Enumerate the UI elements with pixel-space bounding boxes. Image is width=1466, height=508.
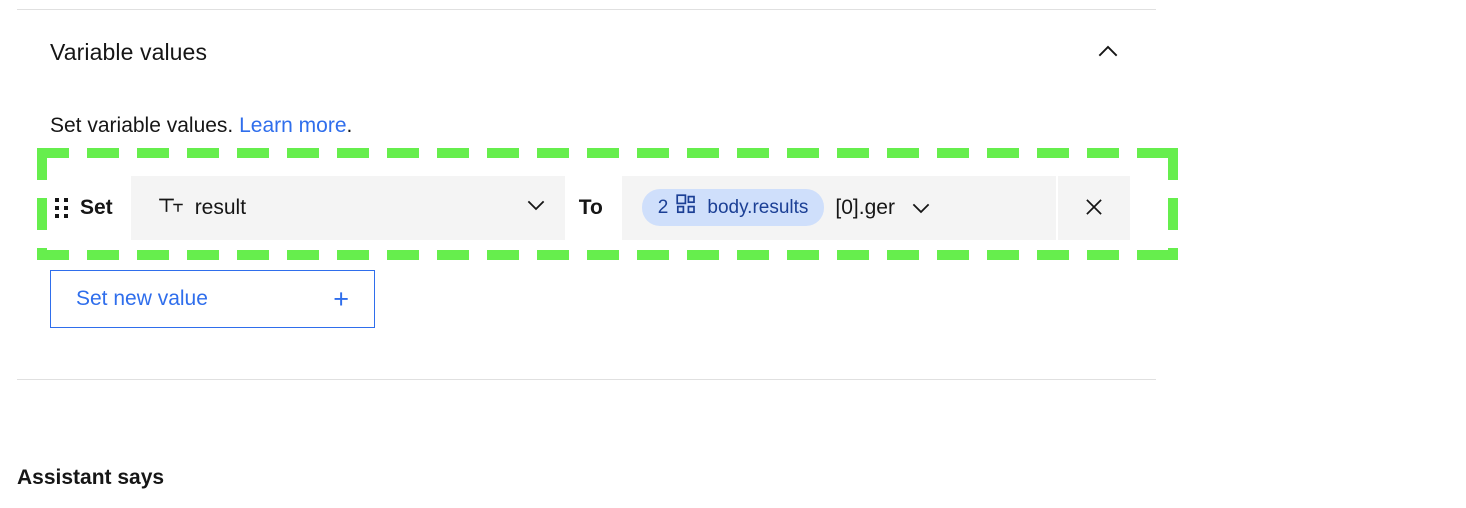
chevron-down-icon xyxy=(523,192,549,223)
variable-value-trailing-text: [0].ger xyxy=(835,195,895,219)
section-description: Set variable values. Learn more. xyxy=(50,112,352,140)
remove-variable-button[interactable] xyxy=(1057,176,1130,240)
description-suffix: . xyxy=(346,114,353,137)
token-step-number: 2 xyxy=(657,196,669,218)
set-new-value-label: Set new value xyxy=(76,287,208,310)
assistant-says-heading: Assistant says xyxy=(17,466,165,489)
plus-icon: + xyxy=(333,283,349,314)
variable-value-select[interactable]: 2 body.results [0].ger xyxy=(621,176,1056,240)
variable-name-value: result xyxy=(194,195,247,219)
learn-more-link[interactable]: Learn more xyxy=(239,114,346,137)
set-new-value-button[interactable]: Set new value + xyxy=(50,270,375,328)
to-label: To xyxy=(578,196,603,219)
drag-handle-icon[interactable] xyxy=(50,193,72,223)
blocks-icon xyxy=(676,194,697,221)
collapse-section-button[interactable] xyxy=(1086,30,1130,74)
description-text: Set variable values. xyxy=(50,114,240,137)
chevron-up-icon xyxy=(1094,37,1122,68)
text-type-icon xyxy=(158,192,184,223)
token-path-label: body.results xyxy=(707,196,809,218)
variable-values-panel: Variable values Set variable values. Lea… xyxy=(0,0,1466,508)
section-header: Variable values xyxy=(17,28,1156,76)
variable-value-row: Set result To 2 body.results [0].ger xyxy=(50,176,1130,240)
close-icon xyxy=(1081,194,1107,223)
set-label: Set xyxy=(80,196,113,219)
divider-top xyxy=(17,9,1156,10)
variable-name-select[interactable]: result xyxy=(130,176,565,240)
chevron-down-icon xyxy=(908,195,934,221)
page-title: Variable values xyxy=(50,38,208,65)
divider-bottom xyxy=(17,379,1156,380)
variable-reference-token[interactable]: 2 body.results xyxy=(641,189,825,226)
